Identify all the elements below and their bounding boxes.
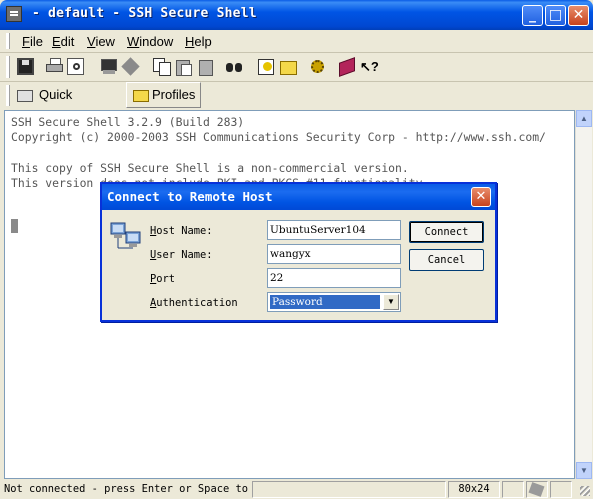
vertical-scrollbar[interactable]: ▲ ▼	[575, 110, 592, 479]
connect-button[interactable]: Connect	[409, 221, 484, 243]
menu-view[interactable]: View	[87, 34, 115, 49]
new-file-transfer-icon[interactable]	[121, 57, 140, 76]
minimize-button[interactable]: _	[522, 5, 543, 26]
status-panel	[550, 481, 572, 498]
menu-grip[interactable]	[6, 33, 10, 49]
host-name-label: Host Name:	[150, 225, 213, 237]
status-message: Not connected - press Enter or Space to …	[4, 483, 250, 495]
connection-status-icon	[526, 481, 548, 498]
dialog-close-button[interactable]: ✕	[471, 187, 491, 207]
user-name-label: User Name:	[150, 249, 213, 261]
profiles-icon[interactable]	[279, 58, 297, 75]
authentication-value: Password	[270, 295, 380, 309]
find-icon[interactable]	[226, 58, 243, 75]
status-panel	[502, 481, 524, 498]
app-terminal-icon	[6, 6, 22, 22]
user-name-input[interactable]: wangyx	[267, 244, 401, 264]
help-book-icon[interactable]	[338, 57, 355, 77]
menu-file[interactable]: File	[22, 34, 43, 49]
cancel-button[interactable]: Cancel	[409, 249, 484, 271]
print-icon[interactable]	[46, 58, 63, 75]
terminal-line: This copy of SSH Secure Shell is a non-c…	[11, 161, 409, 175]
save-icon[interactable]	[17, 58, 34, 75]
ssh-window: - default - SSH Secure Shell _ □ ✕ File …	[0, 0, 593, 499]
copy-icon[interactable]	[153, 58, 171, 76]
port-input[interactable]: 22	[267, 268, 401, 288]
quick-connect-icon	[17, 90, 33, 102]
paste-icon[interactable]	[175, 58, 192, 76]
print-preview-icon[interactable]	[67, 58, 84, 75]
terminal-size: 80x24	[448, 481, 500, 498]
profiles-button[interactable]: Profiles	[126, 82, 201, 108]
terminal-cursor	[11, 219, 18, 233]
close-button[interactable]: ✕	[568, 5, 589, 26]
maximize-button[interactable]: □	[545, 5, 566, 26]
terminal-line: SSH Secure Shell 3.2.9 (Build 283)	[11, 115, 245, 129]
scroll-down-arrow-icon[interactable]: ▼	[576, 462, 592, 479]
window-title: - default - SSH Secure Shell	[32, 6, 257, 21]
status-panel	[252, 481, 446, 498]
folder-icon	[133, 90, 149, 102]
connect-dialog: Connect to Remote Host ✕ Host Name: Ubun…	[100, 182, 497, 322]
authentication-label: Authentication	[150, 297, 238, 309]
scroll-up-arrow-icon[interactable]: ▲	[576, 110, 592, 127]
settings-gear-icon[interactable]	[309, 58, 326, 75]
menu-edit[interactable]: Edit	[52, 34, 74, 49]
quick-connect-button[interactable]: Quick Connect	[14, 83, 124, 126]
network-computers-icon	[110, 222, 141, 249]
profiles-label: Profiles	[152, 87, 196, 102]
toolbar-grip[interactable]	[6, 56, 10, 78]
dialog-title-bar[interactable]: Connect to Remote Host ✕	[102, 184, 495, 210]
resize-grip-icon[interactable]	[574, 481, 592, 498]
terminal-line: Copyright (c) 2000-2003 SSH Communicatio…	[11, 130, 546, 144]
whats-this-icon[interactable]: ↖?	[360, 58, 379, 75]
menu-help[interactable]: Help	[185, 34, 212, 49]
chevron-down-icon[interactable]: ▼	[383, 294, 399, 310]
quickbar-grip[interactable]	[6, 85, 10, 106]
port-label: Port	[150, 273, 176, 285]
host-name-input[interactable]: UbuntuServer104	[267, 220, 401, 240]
settings-icon[interactable]	[257, 58, 274, 75]
dialog-title: Connect to Remote Host	[107, 189, 273, 204]
paste-special-icon[interactable]	[197, 58, 214, 76]
authentication-select[interactable]: Password ▼	[267, 292, 401, 312]
title-bar[interactable]: - default - SSH Secure Shell _ □ ✕	[0, 0, 593, 30]
new-terminal-icon[interactable]	[100, 58, 117, 75]
menu-window[interactable]: Window	[127, 34, 173, 49]
